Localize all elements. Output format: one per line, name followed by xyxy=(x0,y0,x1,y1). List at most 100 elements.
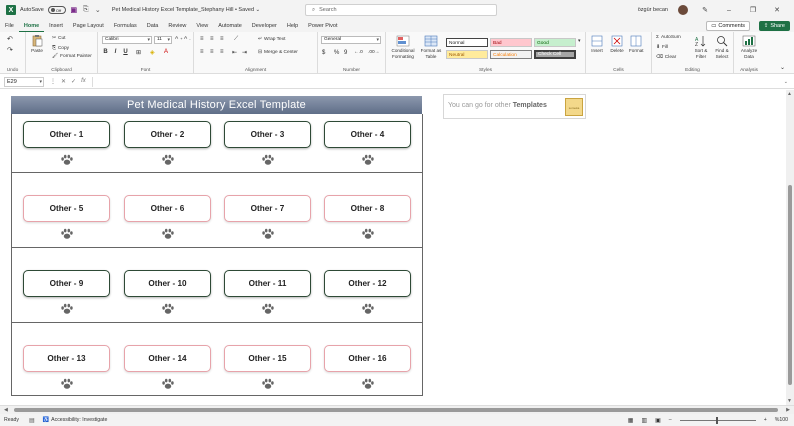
category-button[interactable]: Other - 10 xyxy=(124,270,211,297)
category-button[interactable]: Other - 8 xyxy=(324,195,411,222)
orientation-icon[interactable]: ⟋ xyxy=(234,36,238,43)
align-right-icon[interactable]: ≡ xyxy=(220,49,224,55)
redo-icon[interactable]: ↷ xyxy=(7,46,13,54)
accessibility-status[interactable]: ♿ Accessibility: Investigate xyxy=(43,417,108,423)
font-size-select[interactable]: 11 xyxy=(154,36,172,44)
zoom-level[interactable]: %100 xyxy=(775,417,788,423)
enter-icon[interactable]: ✓ xyxy=(71,78,76,85)
tab-home[interactable]: Home xyxy=(18,20,45,32)
pen-icon[interactable]: ✎ xyxy=(698,6,712,14)
tab-page-layout[interactable]: Page Layout xyxy=(68,20,109,32)
format-painter-button[interactable]: 🖌 Format Painter xyxy=(52,54,92,59)
insert-cells-button[interactable]: Insert xyxy=(590,35,604,54)
scroll-right-icon[interactable]: ▶ xyxy=(786,407,790,413)
tab-view[interactable]: View xyxy=(191,20,213,32)
copy-button[interactable]: ⎘ Copy xyxy=(52,45,69,52)
restore-button[interactable]: ❐ xyxy=(746,6,760,14)
align-bottom-icon[interactable]: ≡ xyxy=(220,36,224,42)
save-icon[interactable]: ▣ xyxy=(70,6,78,14)
minimize-button[interactable]: – xyxy=(722,7,736,14)
style-neutral[interactable]: Neutral xyxy=(446,50,488,59)
tab-developer[interactable]: Developer xyxy=(247,20,282,32)
normal-view-icon[interactable]: ▦ xyxy=(628,417,634,424)
category-button[interactable]: Other - 15 xyxy=(224,345,311,372)
wrap-text-button[interactable]: ↵ Wrap Text xyxy=(258,37,285,42)
someka-logo[interactable]: someka xyxy=(565,98,583,116)
style-good[interactable]: Good xyxy=(534,38,576,47)
category-button[interactable]: Other - 11 xyxy=(224,270,311,297)
format-as-table-button[interactable]: Format as Table xyxy=(418,35,444,59)
style-normal[interactable]: Normal xyxy=(446,38,488,47)
tab-power-pivot[interactable]: Power Pivot xyxy=(303,20,342,32)
page-break-view-icon[interactable]: ▣ xyxy=(655,417,661,424)
scroll-up-icon[interactable]: ▲ xyxy=(787,91,792,97)
style-bad[interactable]: Bad xyxy=(490,38,532,47)
category-button[interactable]: Other - 13 xyxy=(23,345,110,372)
fill-color-icon[interactable]: ◈ xyxy=(150,49,155,56)
tab-automate[interactable]: Automate xyxy=(213,20,247,32)
percent-button[interactable]: % xyxy=(334,50,339,56)
scroll-down-icon[interactable]: ▼ xyxy=(787,398,792,404)
category-button[interactable]: Other - 12 xyxy=(324,270,411,297)
increase-decimal-button[interactable]: ←.0 xyxy=(354,50,363,55)
category-button[interactable]: Other - 3 xyxy=(224,121,311,148)
category-button[interactable]: Other - 1 xyxy=(23,121,110,148)
zoom-in-icon[interactable]: + xyxy=(764,417,767,423)
avatar[interactable] xyxy=(678,5,688,15)
align-middle-icon[interactable]: ≡ xyxy=(210,36,214,42)
search-input[interactable]: ⌕ Search xyxy=(305,4,497,16)
sort-filter-button[interactable]: AZ Sort & Filter xyxy=(692,35,710,59)
category-button[interactable]: Other - 2 xyxy=(124,121,211,148)
horizontal-scroll-thumb[interactable] xyxy=(14,408,778,412)
style-calculation[interactable]: Calculation xyxy=(490,50,532,59)
category-button[interactable]: Other - 16 xyxy=(324,345,411,372)
category-button[interactable]: Other - 4 xyxy=(324,121,411,148)
delete-cells-button[interactable]: Delete xyxy=(610,35,624,54)
font-color-icon[interactable]: A xyxy=(164,49,168,55)
font-name-select[interactable]: Calibri xyxy=(102,36,152,44)
format-cells-button[interactable]: Format xyxy=(629,35,644,54)
zoom-knob[interactable] xyxy=(715,416,718,424)
italic-button[interactable]: I xyxy=(112,49,119,55)
category-button[interactable]: Other - 6 xyxy=(124,195,211,222)
tab-formulas[interactable]: Formulas xyxy=(109,20,142,32)
tab-help[interactable]: Help xyxy=(282,20,303,32)
zoom-slider[interactable] xyxy=(679,416,756,424)
category-button[interactable]: Other - 9 xyxy=(23,270,110,297)
comments-button[interactable]: ▭ Comments xyxy=(706,21,750,31)
templates-promo[interactable]: You can go for other Templates someka xyxy=(443,94,586,119)
zoom-out-icon[interactable]: – xyxy=(669,417,672,423)
category-button[interactable]: Other - 5 xyxy=(23,195,110,222)
vertical-scrollbar[interactable]: ▲ ▼ xyxy=(786,90,794,405)
user-name[interactable]: özgür becan xyxy=(638,7,668,13)
decrease-font-icon[interactable]: A- xyxy=(184,36,191,41)
outdent-icon[interactable]: ⇥ xyxy=(242,49,247,56)
tab-file[interactable]: File xyxy=(0,20,19,32)
document-title[interactable]: Pet Medical History Excel Template_Steph… xyxy=(112,7,260,13)
tab-data[interactable]: Data xyxy=(142,20,164,32)
indent-icon[interactable]: ⇤ xyxy=(232,49,237,56)
style-check-cell[interactable]: Check Cell xyxy=(534,50,576,59)
decrease-decimal-button[interactable]: .00→ xyxy=(368,50,379,55)
increase-font-icon[interactable]: A + xyxy=(175,36,183,41)
formula-input[interactable] xyxy=(91,76,774,87)
share-button[interactable]: ⇪ Share xyxy=(758,21,790,31)
category-button[interactable]: Other - 14 xyxy=(124,345,211,372)
bold-button[interactable]: B xyxy=(102,49,109,55)
close-button[interactable]: ✕ xyxy=(770,6,784,14)
autosum-button[interactable]: Σ AutoSum xyxy=(656,35,681,40)
undo-icon[interactable]: ↶ xyxy=(7,35,13,43)
align-left-icon[interactable]: ≡ xyxy=(200,49,204,55)
collapse-ribbon-icon[interactable]: ⌄ xyxy=(780,64,785,71)
analyze-data-button[interactable]: Analyze Data xyxy=(738,35,760,59)
quick-access-icon[interactable]: ⎘ xyxy=(82,6,90,14)
autosave-toggle[interactable]: Off xyxy=(47,6,66,14)
align-top-icon[interactable]: ≡ xyxy=(200,36,204,42)
align-center-icon[interactable]: ≡ xyxy=(210,49,214,55)
clear-button[interactable]: ⌫ Clear xyxy=(656,55,676,60)
find-select-button[interactable]: Find & Select xyxy=(712,35,732,59)
styles-more-icon[interactable]: ▾ xyxy=(578,38,581,44)
paste-button[interactable]: Paste xyxy=(30,35,44,54)
conditional-formatting-button[interactable]: Conditional Formatting xyxy=(388,35,418,59)
horizontal-scrollbar[interactable]: ◀ ▶ xyxy=(0,405,794,414)
